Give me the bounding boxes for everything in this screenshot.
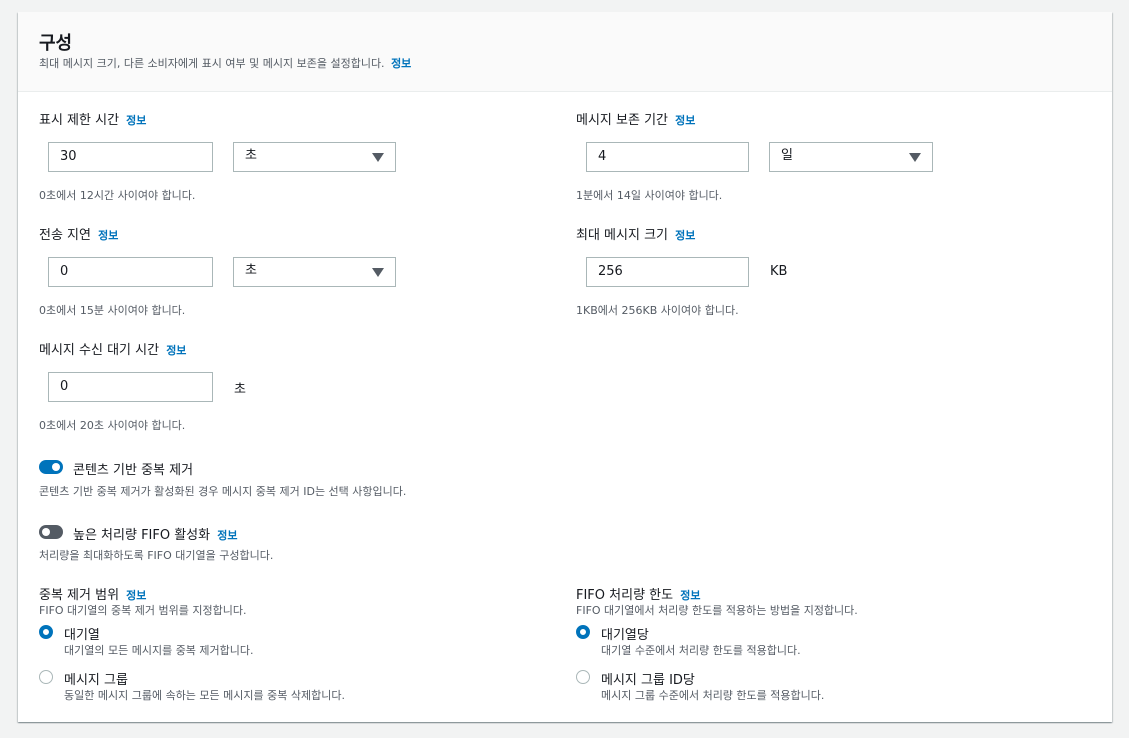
visibility-timeout-unit-select[interactable]: 초 [233, 142, 396, 172]
throughput-limit-per-queue-radio[interactable] [576, 625, 590, 639]
visibility-timeout-hint: 0초에서 12시간 사이여야 합니다. [39, 189, 196, 202]
retention-period-label: 메시지 보존 기간 정보 [576, 109, 695, 128]
max-message-size-hint: 1KB에서 256KB 사이여야 합니다. [576, 304, 739, 317]
toggle-knob [42, 528, 50, 536]
dedup-scope-message-group-label: 메시지 그룹 [64, 673, 128, 688]
dedup-scope-message-group-description: 동일한 메시지 그룹에 속하는 모든 메시지를 중복 삭제합니다. [64, 689, 345, 702]
info-link[interactable]: 정보 [391, 57, 411, 70]
receive-wait-time-unit: 초 [234, 382, 246, 397]
section-description-text: 최대 메시지 크기, 다른 소비자에게 표시 여부 및 메시지 보존을 설정합니… [39, 57, 385, 70]
max-message-size-input[interactable]: 256 [586, 257, 749, 287]
content-dedup-toggle[interactable] [39, 460, 63, 474]
delivery-delay-label-text: 전송 지연 [39, 228, 91, 243]
visibility-timeout-input[interactable]: 30 [48, 142, 213, 172]
select-value: 초 [245, 148, 257, 163]
visibility-timeout-label: 표시 제한 시간 정보 [39, 109, 146, 128]
throughput-limit-per-group-label: 메시지 그룹 ID당 [601, 673, 695, 688]
max-message-size-label: 최대 메시지 크기 정보 [576, 224, 695, 243]
caret-down-icon [372, 153, 384, 162]
info-link[interactable]: 정보 [126, 589, 146, 602]
panel-header: 구성 최대 메시지 크기, 다른 소비자에게 표시 여부 및 메시지 보존을 설… [18, 12, 1112, 92]
delivery-delay-unit-select[interactable]: 초 [233, 257, 396, 287]
high-throughput-description: 처리량을 최대화하도록 FIFO 대기열을 구성합니다. [39, 549, 274, 562]
section-description: 최대 메시지 크기, 다른 소비자에게 표시 여부 및 메시지 보존을 설정합니… [39, 55, 411, 71]
dedup-scope-queue-radio[interactable] [39, 625, 53, 639]
throughput-limit-description: FIFO 대기열에서 처리량 한도를 적용하는 방법을 지정합니다. [576, 604, 858, 617]
receive-wait-time-label-text: 메시지 수신 대기 시간 [39, 343, 160, 358]
section-title: 구성 [39, 33, 73, 54]
delivery-delay-hint: 0초에서 15분 사이여야 합니다. [39, 304, 186, 317]
retention-period-label-text: 메시지 보존 기간 [576, 113, 668, 128]
high-throughput-label-text: 높은 처리량 FIFO 활성화 [73, 528, 211, 543]
throughput-limit-per-queue-description: 대기열 수준에서 처리량 한도를 적용합니다. [601, 644, 801, 657]
content-dedup-label: 콘텐츠 기반 중복 제거 [73, 463, 194, 478]
delivery-delay-label: 전송 지연 정보 [39, 224, 118, 243]
info-link[interactable]: 정보 [98, 229, 118, 242]
throughput-limit-per-group-description: 메시지 그룹 수준에서 처리량 한도를 적용합니다. [601, 689, 825, 702]
dedup-scope-label-text: 중복 제거 범위 [39, 588, 120, 603]
select-value: 일 [781, 148, 793, 163]
receive-wait-time-hint: 0초에서 20초 사이여야 합니다. [39, 419, 186, 432]
select-value: 초 [245, 263, 257, 278]
high-throughput-label: 높은 처리량 FIFO 활성화 정보 [73, 524, 238, 543]
info-link[interactable]: 정보 [166, 344, 186, 357]
info-link[interactable]: 정보 [680, 589, 700, 602]
caret-down-icon [372, 268, 384, 277]
retention-period-input[interactable]: 4 [586, 142, 749, 172]
retention-period-unit-select[interactable]: 일 [769, 142, 933, 172]
high-throughput-toggle[interactable] [39, 525, 63, 539]
info-link[interactable]: 정보 [126, 114, 146, 127]
content-dedup-description: 콘텐츠 기반 중복 제거가 활성화된 경우 메시지 중복 제거 ID는 선택 사… [39, 485, 407, 498]
dedup-scope-message-group-radio[interactable] [39, 670, 53, 684]
retention-period-hint: 1분에서 14일 사이여야 합니다. [576, 189, 723, 202]
throughput-limit-label: FIFO 처리량 한도 정보 [576, 584, 700, 603]
receive-wait-time-label: 메시지 수신 대기 시간 정보 [39, 339, 186, 358]
receive-wait-time-input[interactable]: 0 [48, 372, 213, 402]
max-message-size-unit: KB [770, 264, 788, 279]
max-message-size-label-text: 최대 메시지 크기 [576, 228, 668, 243]
dedup-scope-description: FIFO 대기열의 중복 제거 범위를 지정합니다. [39, 604, 247, 617]
delivery-delay-input[interactable]: 0 [48, 257, 213, 287]
dedup-scope-label: 중복 제거 범위 정보 [39, 584, 146, 603]
info-link[interactable]: 정보 [675, 229, 695, 242]
visibility-timeout-label-text: 표시 제한 시간 [39, 113, 120, 128]
info-link[interactable]: 정보 [675, 114, 695, 127]
throughput-limit-per-queue-label: 대기열당 [601, 628, 649, 643]
toggle-knob [52, 463, 60, 471]
caret-down-icon [909, 153, 921, 162]
throughput-limit-label-text: FIFO 처리량 한도 [576, 588, 674, 603]
info-link[interactable]: 정보 [217, 529, 237, 542]
throughput-limit-per-group-radio[interactable] [576, 670, 590, 684]
dedup-scope-queue-label: 대기열 [64, 628, 100, 643]
dedup-scope-queue-description: 대기열의 모든 메시지를 중복 제거합니다. [64, 644, 254, 657]
